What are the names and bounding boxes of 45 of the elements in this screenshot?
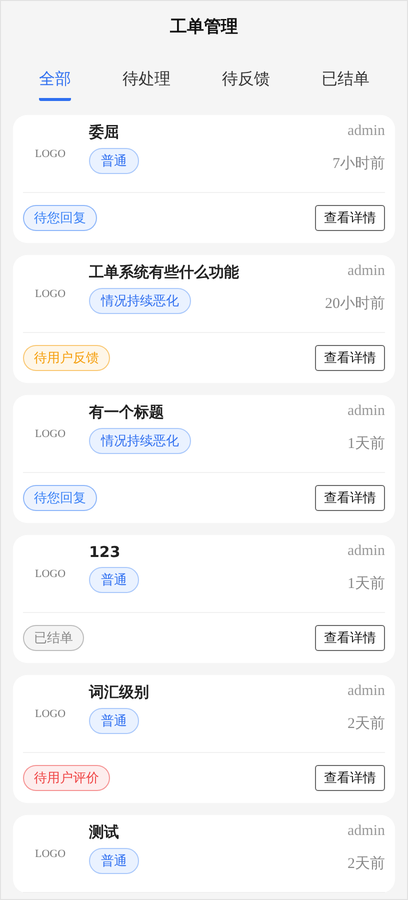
- ticket-title: 词汇级别: [89, 683, 149, 702]
- details-button[interactable]: 查看详情: [315, 345, 385, 371]
- details-button[interactable]: 查看详情: [315, 205, 385, 231]
- tab[interactable]: 全部: [38, 69, 71, 101]
- status-tag: 待您回复: [23, 205, 97, 231]
- details-button[interactable]: 查看详情: [315, 485, 385, 511]
- priority-tag: 情况持续恶化: [89, 288, 191, 314]
- tab[interactable]: 已结单: [321, 69, 370, 101]
- details-button[interactable]: 查看详情: [315, 625, 385, 651]
- tab[interactable]: 待处理: [122, 69, 170, 101]
- logo-text: LOGO: [34, 428, 67, 440]
- author-name: admin: [348, 683, 385, 700]
- status-tag: 待您回复: [23, 485, 97, 511]
- ticket-title: 有一个标题: [89, 403, 164, 422]
- status-tag: 待用户评价: [23, 765, 110, 791]
- author-name: admin: [348, 123, 385, 140]
- status-tag: 已结单: [23, 625, 84, 651]
- priority-tag: 普通: [89, 148, 139, 174]
- logo-text: LOGO: [34, 708, 67, 720]
- logo-text: LOGO: [34, 148, 67, 160]
- priority-tag: 普通: [89, 708, 139, 734]
- author-name: admin: [348, 543, 385, 560]
- logo-text: LOGO: [34, 848, 67, 860]
- author-name: admin: [348, 403, 385, 420]
- time-text: 2天前: [348, 854, 385, 873]
- priority-tag: 情况持续恶化: [89, 428, 191, 454]
- author-name: admin: [348, 823, 385, 840]
- priority-tag: 普通: [89, 567, 139, 593]
- ticket-title: 123: [89, 543, 120, 561]
- page-title: 工单管理: [169, 16, 239, 39]
- ticket-title: 工单系统有些什么功能: [89, 263, 239, 282]
- time-text: 1天前: [348, 574, 385, 593]
- details-button[interactable]: 查看详情: [315, 765, 385, 791]
- ticket-title: 委屈: [89, 123, 119, 142]
- status-tag: 待用户反馈: [23, 345, 110, 371]
- tab[interactable]: 待反馈: [222, 69, 270, 101]
- ticket-title: 测试: [89, 823, 119, 842]
- priority-tag: 普通: [89, 848, 139, 874]
- logo-text: LOGO: [34, 288, 67, 300]
- time-text: 2天前: [348, 714, 385, 733]
- author-name: admin: [348, 263, 385, 280]
- time-text: 1天前: [348, 434, 385, 453]
- logo-text: LOGO: [34, 568, 67, 580]
- time-text: 7小时前: [332, 154, 385, 173]
- time-text: 20小时前: [325, 294, 385, 313]
